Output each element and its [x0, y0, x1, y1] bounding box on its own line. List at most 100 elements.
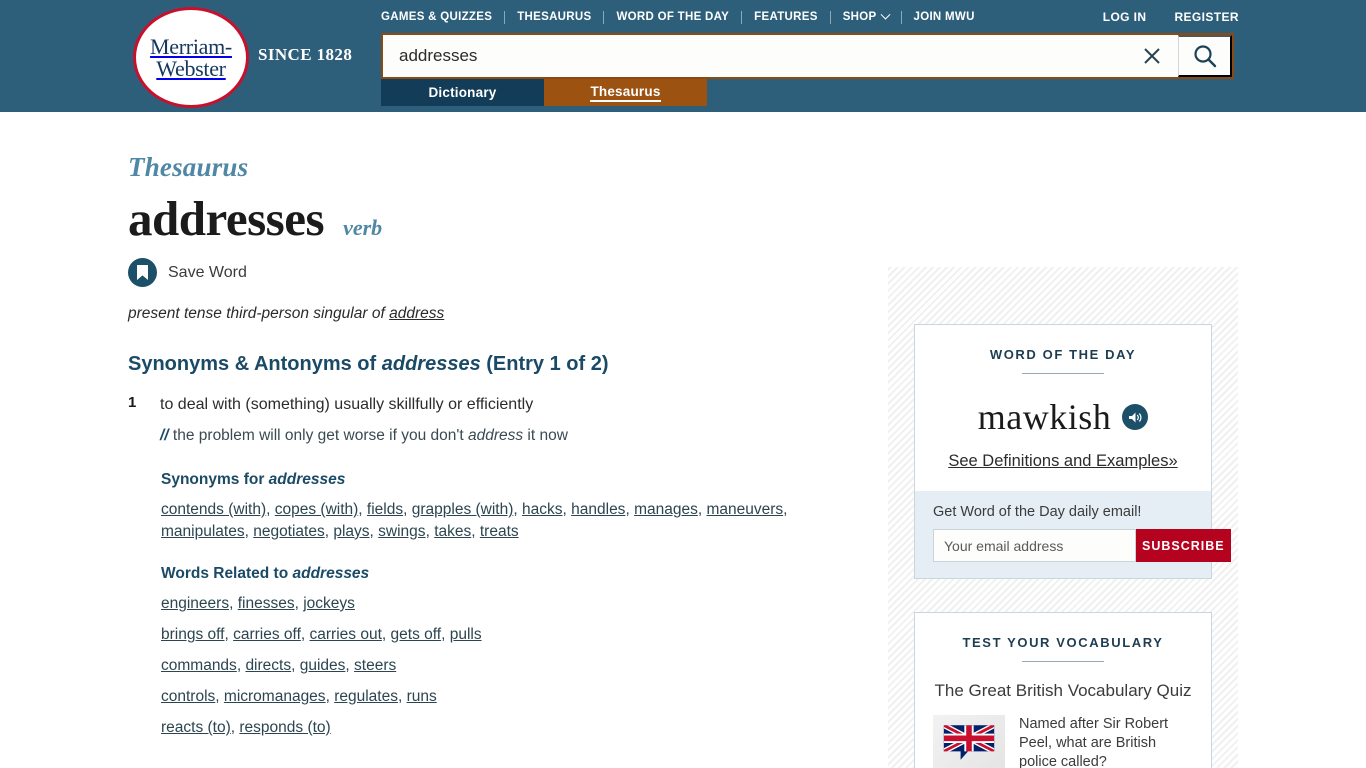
- related-word-link[interactable]: responds (to): [239, 719, 330, 736]
- word-of-the-day-card: WORD OF THE DAY mawkish See Definitions …: [914, 324, 1231, 579]
- quiz-question-row: Named after Sir Robert Peel, what are Br…: [933, 715, 1193, 768]
- synonym-link[interactable]: swings: [378, 523, 425, 540]
- tab-thesaurus[interactable]: Thesaurus: [544, 79, 707, 106]
- related-word-link[interactable]: jockeys: [303, 595, 355, 612]
- site-logo[interactable]: Merriam- Webster: [133, 7, 249, 108]
- login-link[interactable]: LOG IN: [1089, 10, 1161, 24]
- nav-item-games-quizzes[interactable]: GAMES & QUIZZES: [381, 11, 504, 23]
- heading-suffix: (Entry 1 of 2): [480, 353, 609, 376]
- magnifier-icon: [1193, 45, 1216, 68]
- related-word-link[interactable]: micromanages: [224, 688, 326, 705]
- synonym-link[interactable]: grapples (with): [412, 501, 514, 518]
- wotd-word[interactable]: mawkish: [978, 396, 1112, 438]
- speaker-glyph: [1128, 412, 1142, 422]
- divider: [1022, 661, 1104, 662]
- close-x-icon: [1144, 48, 1160, 64]
- quiz-title: The Great British Vocabulary Quiz: [934, 681, 1192, 700]
- related-word-link[interactable]: runs: [407, 688, 437, 705]
- union-jack-flag-icon: [933, 715, 1005, 768]
- related-words-block: Words Related to addresses engineers, fi…: [161, 565, 868, 739]
- nav-label: THESAURUS: [517, 11, 592, 23]
- inflection-link[interactable]: address: [389, 305, 444, 322]
- synonym-link[interactable]: maneuvers: [706, 501, 783, 518]
- related-word-link[interactable]: pulls: [450, 626, 482, 643]
- related-words-group: reacts (to), responds (to): [161, 718, 331, 736]
- synonym-link[interactable]: manipulates: [161, 523, 245, 540]
- related-word-link[interactable]: finesses: [238, 595, 295, 612]
- subscribe-button[interactable]: SUBSCRIBE: [1136, 529, 1231, 562]
- synonyms-heading: Synonyms for addresses: [161, 471, 868, 489]
- related-words-group: commands, directs, guides, steers: [161, 656, 397, 674]
- related-words-groups: engineers, finesses, jockeys brings off, …: [161, 593, 868, 739]
- account-nav: LOG IN REGISTER: [1089, 8, 1239, 26]
- example-post: it now: [523, 427, 568, 445]
- sense-number: 1: [128, 394, 137, 412]
- site-header: Merriam- Webster SINCE 1828 GAMES & QUIZ…: [0, 0, 1366, 112]
- since-tagline: SINCE 1828: [258, 45, 353, 64]
- see-definitions-link[interactable]: See Definitions and Examples»: [933, 452, 1193, 471]
- tab-dictionary[interactable]: Dictionary: [381, 79, 544, 106]
- wotd-signup: Get Word of the Day daily email! SUBSCRI…: [915, 491, 1231, 578]
- synonyms-heading-prefix: Synonyms for: [161, 470, 269, 488]
- main-area: Thesaurus addresses verb Save Word prese…: [0, 112, 1366, 768]
- related-word-link[interactable]: carries out: [310, 626, 382, 643]
- register-link[interactable]: REGISTER: [1160, 10, 1239, 24]
- related-word-link[interactable]: guides: [300, 657, 346, 674]
- synonym-link[interactable]: contends (with): [161, 501, 266, 518]
- related-word-link[interactable]: brings off: [161, 626, 224, 643]
- synonym-link[interactable]: takes: [434, 523, 471, 540]
- inflection-line: present tense third-person singular of a…: [128, 305, 868, 323]
- primary-nav: GAMES & QUIZZES THESAURUS WORD OF THE DA…: [381, 8, 987, 26]
- related-word-link[interactable]: reacts (to): [161, 719, 231, 736]
- related-word-link[interactable]: gets off: [391, 626, 442, 643]
- bookmark-icon: [128, 258, 157, 288]
- synonym-link[interactable]: manages: [634, 501, 698, 518]
- synonym-link[interactable]: fields: [367, 501, 403, 518]
- nav-label: WORD OF THE DAY: [616, 11, 730, 23]
- related-word-link[interactable]: regulates: [334, 688, 398, 705]
- nav-item-thesaurus[interactable]: THESAURUS: [505, 11, 603, 23]
- example-pre: the problem will only get worse if you d…: [168, 427, 468, 445]
- nav-item-word-of-the-day[interactable]: WORD OF THE DAY: [604, 11, 741, 23]
- synonym-link[interactable]: hacks: [522, 501, 563, 518]
- dictionary-thesaurus-tabs: Dictionary Thesaurus: [381, 79, 707, 106]
- related-words-group: engineers, finesses, jockeys: [161, 594, 355, 612]
- synonym-link[interactable]: treats: [480, 523, 519, 540]
- synonyms-block: Synonyms for addresses contends (with), …: [161, 471, 868, 543]
- related-word-link[interactable]: engineers: [161, 595, 229, 612]
- search-submit-button[interactable]: [1178, 35, 1232, 77]
- related-word-link[interactable]: directs: [245, 657, 291, 674]
- wotd-kicker: WORD OF THE DAY: [989, 347, 1137, 362]
- related-word-link[interactable]: carries off: [233, 626, 301, 643]
- sense-definition: to deal with (something) usually skillfu…: [160, 396, 534, 414]
- nav-item-join-mwu[interactable]: JOIN MWU: [902, 11, 987, 23]
- synonym-link[interactable]: negotiates: [253, 523, 325, 540]
- save-word-button[interactable]: Save Word: [128, 258, 247, 288]
- sidebar: WORD OF THE DAY mawkish See Definitions …: [888, 267, 1238, 768]
- speaker-icon[interactable]: [1122, 404, 1149, 430]
- nav-item-features[interactable]: FEATURES: [742, 11, 830, 23]
- see-definitions-text: See Definitions and Examples: [948, 452, 1169, 470]
- related-words-heading: Words Related to addresses: [161, 565, 868, 583]
- related-word-link[interactable]: commands: [161, 657, 237, 674]
- synonym-link[interactable]: plays: [333, 523, 369, 540]
- related-word-link[interactable]: controls: [161, 688, 215, 705]
- heading-word: addresses: [381, 353, 481, 376]
- search-input[interactable]: [383, 35, 1126, 77]
- divider: [1022, 373, 1104, 374]
- clear-search-button[interactable]: [1126, 35, 1178, 77]
- signup-label: Get Word of the Day daily email!: [933, 504, 1142, 520]
- save-word-label: Save Word: [168, 263, 247, 281]
- chevron-right-icon: »: [1168, 452, 1178, 470]
- nav-item-shop[interactable]: SHOP: [831, 9, 901, 23]
- related-words-group: controls, micromanages, regulates, runs: [161, 687, 437, 705]
- inflection-prefix: present tense third-person singular of: [128, 305, 390, 323]
- related-word-link[interactable]: steers: [354, 657, 396, 674]
- synonym-link[interactable]: copes (with): [275, 501, 359, 518]
- related-heading-prefix: Words Related to: [161, 564, 293, 582]
- email-field[interactable]: [933, 529, 1136, 562]
- sense-row: 1 to deal with (something) usually skill…: [128, 394, 868, 416]
- quiz-question: Named after Sir Robert Peel, what are Br…: [1019, 716, 1169, 768]
- synonym-link[interactable]: handles: [571, 501, 625, 518]
- entry-content: Thesaurus addresses verb Save Word prese…: [128, 152, 868, 761]
